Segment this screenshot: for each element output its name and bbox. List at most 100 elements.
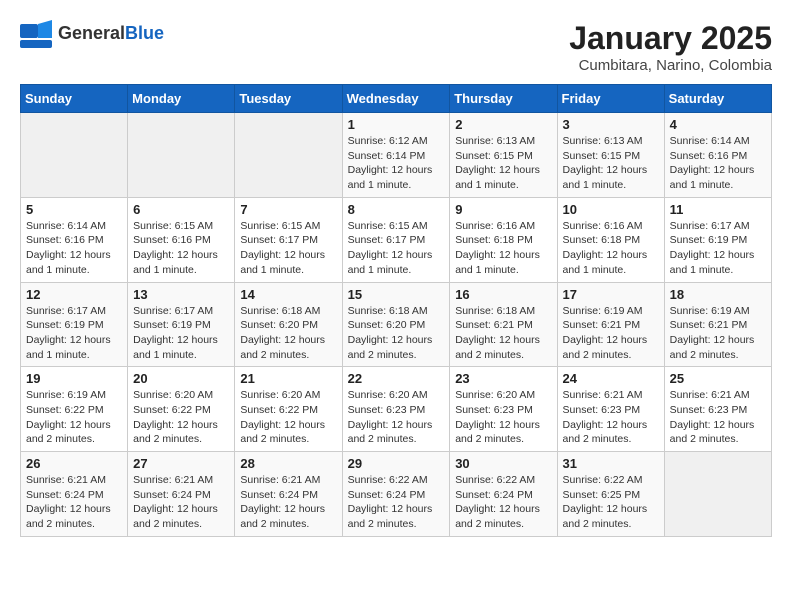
day-number: 27	[133, 456, 229, 471]
day-info: Sunrise: 6:20 AM Sunset: 6:23 PM Dayligh…	[455, 388, 551, 447]
day-number: 20	[133, 371, 229, 386]
day-number: 18	[670, 287, 766, 302]
calendar-cell: 26 Sunrise: 6:21 AM Sunset: 6:24 PM Dayli…	[21, 452, 128, 537]
day-number: 14	[240, 287, 336, 302]
calendar-cell	[235, 113, 342, 198]
day-number: 6	[133, 202, 229, 217]
day-info: Sunrise: 6:18 AM Sunset: 6:21 PM Dayligh…	[455, 304, 551, 363]
calendar-cell: 8 Sunrise: 6:15 AM Sunset: 6:17 PM Daylig…	[342, 197, 450, 282]
calendar-cell: 11 Sunrise: 6:17 AM Sunset: 6:19 PM Dayli…	[664, 197, 771, 282]
day-info: Sunrise: 6:18 AM Sunset: 6:20 PM Dayligh…	[240, 304, 336, 363]
calendar-cell: 16Sunrise: 6:18 AM Sunset: 6:21 PM Dayli…	[450, 282, 557, 367]
day-info: Sunrise: 6:21 AM Sunset: 6:24 PM Dayligh…	[240, 473, 336, 532]
day-number: 24	[563, 371, 659, 386]
day-info: Sunrise: 6:14 AM Sunset: 6:16 PM Dayligh…	[26, 219, 122, 278]
day-info: Sunrise: 6:19 AM Sunset: 6:21 PM Dayligh…	[563, 304, 659, 363]
day-info: Sunrise: 6:20 AM Sunset: 6:23 PM Dayligh…	[348, 388, 445, 447]
location-subtitle: Cumbitara, Narino, Colombia	[569, 57, 772, 74]
calendar-cell: 30 Sunrise: 6:22 AM Sunset: 6:24 PM Dayli…	[450, 452, 557, 537]
day-number: 31	[563, 456, 659, 471]
day-info: Sunrise: 6:17 AM Sunset: 6:19 PM Dayligh…	[26, 304, 122, 363]
day-info: Sunrise: 6:13 AM Sunset: 6:15 PM Dayligh…	[455, 134, 551, 193]
calendar-week-row: 12 Sunrise: 6:17 AM Sunset: 6:19 PM Dayli…	[21, 282, 772, 367]
calendar-cell: 29 Sunrise: 6:22 AM Sunset: 6:24 PM Dayli…	[342, 452, 450, 537]
day-info: Sunrise: 6:16 AM Sunset: 6:18 PM Dayligh…	[563, 219, 659, 278]
day-of-week-header: Thursday	[450, 85, 557, 113]
day-number: 11	[670, 202, 766, 217]
day-info: Sunrise: 6:20 AM Sunset: 6:22 PM Dayligh…	[133, 388, 229, 447]
day-number: 2	[455, 117, 551, 132]
day-number: 23	[455, 371, 551, 386]
calendar-cell: 4Sunrise: 6:14 AM Sunset: 6:16 PM Daylig…	[664, 113, 771, 198]
calendar-cell: 12 Sunrise: 6:17 AM Sunset: 6:19 PM Dayli…	[21, 282, 128, 367]
day-info: Sunrise: 6:17 AM Sunset: 6:19 PM Dayligh…	[133, 304, 229, 363]
day-number: 3	[563, 117, 659, 132]
day-info: Sunrise: 6:21 AM Sunset: 6:24 PM Dayligh…	[26, 473, 122, 532]
day-of-week-header: Wednesday	[342, 85, 450, 113]
calendar-cell	[128, 113, 235, 198]
day-number: 10	[563, 202, 659, 217]
calendar-cell: 5Sunrise: 6:14 AM Sunset: 6:16 PM Daylig…	[21, 197, 128, 282]
day-info: Sunrise: 6:22 AM Sunset: 6:25 PM Dayligh…	[563, 473, 659, 532]
day-info: Sunrise: 6:19 AM Sunset: 6:22 PM Dayligh…	[26, 388, 122, 447]
day-info: Sunrise: 6:17 AM Sunset: 6:19 PM Dayligh…	[670, 219, 766, 278]
calendar-cell: 9 Sunrise: 6:16 AM Sunset: 6:18 PM Daylig…	[450, 197, 557, 282]
day-info: Sunrise: 6:15 AM Sunset: 6:16 PM Dayligh…	[133, 219, 229, 278]
logo: GeneralBlue	[20, 20, 164, 48]
calendar-cell: 6 Sunrise: 6:15 AM Sunset: 6:16 PM Daylig…	[128, 197, 235, 282]
logo-blue: Blue	[125, 23, 164, 43]
day-number: 13	[133, 287, 229, 302]
day-number: 29	[348, 456, 445, 471]
calendar-week-row: 26 Sunrise: 6:21 AM Sunset: 6:24 PM Dayli…	[21, 452, 772, 537]
calendar-cell: 13 Sunrise: 6:17 AM Sunset: 6:19 PM Dayli…	[128, 282, 235, 367]
calendar-header-row: SundayMondayTuesdayWednesdayThursdayFrid…	[21, 85, 772, 113]
day-info: Sunrise: 6:22 AM Sunset: 6:24 PM Dayligh…	[348, 473, 445, 532]
calendar-cell: 23 Sunrise: 6:20 AM Sunset: 6:23 PM Dayli…	[450, 367, 557, 452]
day-of-week-header: Monday	[128, 85, 235, 113]
calendar-cell: 3 Sunrise: 6:13 AM Sunset: 6:15 PM Daylig…	[557, 113, 664, 198]
day-number: 17	[563, 287, 659, 302]
calendar-table: SundayMondayTuesdayWednesdayThursdayFrid…	[20, 84, 772, 537]
day-info: Sunrise: 6:12 AM Sunset: 6:14 PM Dayligh…	[348, 134, 445, 193]
calendar-cell: 22Sunrise: 6:20 AM Sunset: 6:23 PM Dayli…	[342, 367, 450, 452]
day-info: Sunrise: 6:14 AM Sunset: 6:16 PM Dayligh…	[670, 134, 766, 193]
calendar-cell: 20 Sunrise: 6:20 AM Sunset: 6:22 PM Dayli…	[128, 367, 235, 452]
day-info: Sunrise: 6:15 AM Sunset: 6:17 PM Dayligh…	[348, 219, 445, 278]
calendar-week-row: 19 Sunrise: 6:19 AM Sunset: 6:22 PM Dayli…	[21, 367, 772, 452]
calendar-cell: 18 Sunrise: 6:19 AM Sunset: 6:21 PM Dayli…	[664, 282, 771, 367]
calendar-cell: 31 Sunrise: 6:22 AM Sunset: 6:25 PM Dayli…	[557, 452, 664, 537]
day-number: 12	[26, 287, 122, 302]
calendar-cell: 1Sunrise: 6:12 AM Sunset: 6:14 PM Daylig…	[342, 113, 450, 198]
page-header: GeneralBlue January 2025 Cumbitara, Nari…	[20, 20, 772, 74]
calendar-cell: 10 Sunrise: 6:16 AM Sunset: 6:18 PM Dayli…	[557, 197, 664, 282]
day-info: Sunrise: 6:22 AM Sunset: 6:24 PM Dayligh…	[455, 473, 551, 532]
title-block: January 2025 Cumbitara, Narino, Colombia	[569, 20, 772, 74]
day-info: Sunrise: 6:13 AM Sunset: 6:15 PM Dayligh…	[563, 134, 659, 193]
day-of-week-header: Sunday	[21, 85, 128, 113]
day-number: 7	[240, 202, 336, 217]
logo-icon	[20, 20, 52, 48]
day-number: 26	[26, 456, 122, 471]
calendar-cell: 21 Sunrise: 6:20 AM Sunset: 6:22 PM Dayli…	[235, 367, 342, 452]
day-info: Sunrise: 6:20 AM Sunset: 6:22 PM Dayligh…	[240, 388, 336, 447]
calendar-cell: 19 Sunrise: 6:19 AM Sunset: 6:22 PM Dayli…	[21, 367, 128, 452]
calendar-cell	[21, 113, 128, 198]
day-number: 30	[455, 456, 551, 471]
calendar-week-row: 1Sunrise: 6:12 AM Sunset: 6:14 PM Daylig…	[21, 113, 772, 198]
day-number: 9	[455, 202, 551, 217]
day-number: 21	[240, 371, 336, 386]
calendar-cell: 14 Sunrise: 6:18 AM Sunset: 6:20 PM Dayli…	[235, 282, 342, 367]
calendar-cell: 28Sunrise: 6:21 AM Sunset: 6:24 PM Dayli…	[235, 452, 342, 537]
calendar-cell	[664, 452, 771, 537]
day-number: 15	[348, 287, 445, 302]
day-info: Sunrise: 6:21 AM Sunset: 6:24 PM Dayligh…	[133, 473, 229, 532]
logo-general: General	[58, 23, 125, 43]
day-info: Sunrise: 6:21 AM Sunset: 6:23 PM Dayligh…	[670, 388, 766, 447]
month-title: January 2025	[569, 20, 772, 57]
day-info: Sunrise: 6:21 AM Sunset: 6:23 PM Dayligh…	[563, 388, 659, 447]
day-number: 8	[348, 202, 445, 217]
day-info: Sunrise: 6:16 AM Sunset: 6:18 PM Dayligh…	[455, 219, 551, 278]
day-number: 19	[26, 371, 122, 386]
calendar-cell: 27 Sunrise: 6:21 AM Sunset: 6:24 PM Dayli…	[128, 452, 235, 537]
day-info: Sunrise: 6:19 AM Sunset: 6:21 PM Dayligh…	[670, 304, 766, 363]
